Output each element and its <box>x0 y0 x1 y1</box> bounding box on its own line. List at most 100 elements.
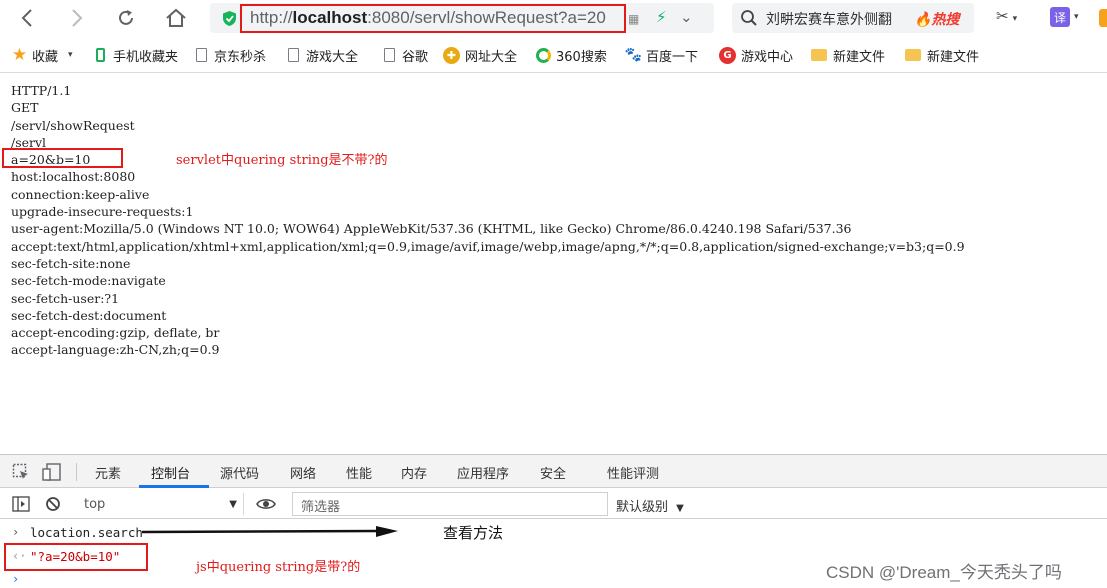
lightning-icon[interactable]: ⚡ <box>656 8 667 26</box>
method-line: GET <box>11 100 39 116</box>
tab-network[interactable]: 网络 <box>290 463 316 482</box>
reload-button[interactable] <box>110 4 142 32</box>
tab-application[interactable]: 应用程序 <box>457 463 509 482</box>
arrow-annotation <box>141 526 398 537</box>
log-level-select[interactable]: 默认级别 ▼ <box>616 496 684 515</box>
folder-icon <box>905 49 921 61</box>
dropdown-arrow-icon: ▾ <box>1012 14 1018 24</box>
home-button[interactable] <box>160 4 192 32</box>
search-360-icon <box>536 47 551 63</box>
back-button[interactable] <box>12 4 42 32</box>
page-content: HTTP/1.1 GET /servl/showRequest /servl a… <box>11 82 1101 359</box>
screenshot-button[interactable]: ✂ ▾ <box>996 7 1017 25</box>
phone-icon <box>93 48 108 63</box>
header-host-line: host:localhost:8080 <box>11 169 136 185</box>
bookmarks-bar: ★ 收藏 ▾ 手机收藏夹 京东秒杀 游戏大全 谷歌 ✚ 网址大全 360搜索 🐾… <box>0 38 1107 73</box>
next-prompt-icon[interactable]: › <box>12 572 19 586</box>
bookmark-game-center[interactable]: G 游戏中心 <box>719 46 793 65</box>
home-icon <box>166 8 186 27</box>
request-uri-line: /servl/showRequest <box>11 117 135 133</box>
header-upgrade-line: upgrade-insecure-requests:1 <box>11 204 194 220</box>
site-nav-icon: ✚ <box>443 46 460 64</box>
back-arrow-icon <box>21 9 32 27</box>
search-suggestion-text[interactable]: 刘畊宏赛车意外侧翻 <box>766 9 892 29</box>
tab-security[interactable]: 安全 <box>540 463 566 482</box>
tab-performance[interactable]: 性能 <box>346 463 372 482</box>
bookmark-new-folder-2[interactable]: 新建文件 <box>905 46 979 65</box>
forward-button[interactable] <box>62 4 92 32</box>
translate-button[interactable]: 译 ▾ <box>1050 7 1079 27</box>
divider <box>76 463 77 481</box>
bookmark-phone-favorites[interactable]: 手机收藏夹 <box>93 46 178 65</box>
result-arrow-icon: ‹· <box>12 549 27 563</box>
active-tab-indicator <box>139 485 209 488</box>
bookmark-google[interactable]: 谷歌 <box>384 46 428 65</box>
header-connection-line: connection:keep-alive <box>11 186 150 202</box>
bookmark-jd-seckill[interactable]: 京东秒杀 <box>196 46 266 65</box>
query-string-line: a=20&b=10 <box>11 152 91 168</box>
devtools-tab-bar: 元素 控制台 源代码 网络 性能 内存 应用程序 安全 性能评测 <box>0 455 1107 488</box>
header-fetch-user-line: sec-fetch-user:?1 <box>11 290 120 306</box>
star-icon: ★ <box>11 45 28 65</box>
bookmark-360-search[interactable]: 360搜索 <box>536 46 607 65</box>
search-box[interactable]: 刘畊宏赛车意外侧翻 🔥热搜 <box>732 3 974 33</box>
folder-icon <box>811 49 827 61</box>
extension-icon[interactable] <box>1099 9 1107 27</box>
shield-icon <box>223 11 236 26</box>
tab-console[interactable]: 控制台 <box>151 463 190 482</box>
query-string-highlight-frame <box>2 148 123 168</box>
header-fetch-site-line: sec-fetch-site:none <box>11 255 131 271</box>
hot-search-badge[interactable]: 🔥热搜 <box>914 9 959 29</box>
servlet-annotation: servlet中quering string是不带?的 <box>176 153 388 168</box>
dropdown-arrow-icon: ▼ <box>676 503 684 514</box>
header-encoding-line: accept-encoding:gzip, deflate, br <box>11 325 220 341</box>
translate-icon: 译 <box>1050 7 1070 27</box>
header-fetch-dest-line: sec-fetch-dest:document <box>11 307 167 323</box>
context-select[interactable]: top ▼ <box>78 493 244 515</box>
address-bar[interactable]: http://localhost:8080/servl/showRequest?… <box>210 3 714 33</box>
watermark: CSDN @'Dream_今天秃头了吗 <box>826 563 1062 582</box>
input-prompt-icon: › <box>12 525 20 539</box>
js-annotation: js中quering string是带?的 <box>196 560 361 575</box>
bookmark-games[interactable]: 游戏大全 <box>288 46 358 65</box>
browser-toolbar: http://localhost:8080/servl/showRequest?… <box>0 0 1107 37</box>
header-user-agent-line: user-agent:Mozilla/5.0 (Windows NT 10.0;… <box>11 221 852 237</box>
dropdown-arrow-icon: ▼ <box>229 498 237 510</box>
bookmark-new-folder[interactable]: 新建文件 <box>811 46 885 65</box>
console-result: "?a=20&b=10" <box>30 549 121 564</box>
sidebar-toggle-icon[interactable] <box>12 496 30 512</box>
method-annotation: 查看方法 <box>443 524 504 542</box>
chevron-down-icon[interactable]: ⌄ <box>680 8 693 26</box>
tab-sources[interactable]: 源代码 <box>220 463 259 482</box>
tab-elements[interactable]: 元素 <box>95 463 121 482</box>
tab-memory[interactable]: 内存 <box>401 463 427 482</box>
document-icon <box>196 48 207 62</box>
flame-icon: 🔥 <box>914 12 932 28</box>
bookmark-baidu[interactable]: 🐾 百度一下 <box>624 46 698 65</box>
bookmark-favorites[interactable]: ★ 收藏 ▾ <box>11 45 73 65</box>
eye-icon[interactable] <box>256 497 276 511</box>
dropdown-arrow-icon: ▾ <box>1074 12 1079 22</box>
device-toolbar-icon[interactable] <box>42 463 62 481</box>
protocol-line: HTTP/1.1 <box>11 83 72 98</box>
url-text[interactable]: http://localhost:8080/servl/showRequest?… <box>250 8 620 28</box>
clear-console-icon[interactable] <box>45 496 61 512</box>
bookmark-site-nav[interactable]: ✚ 网址大全 <box>443 46 517 65</box>
console-command: location.search <box>30 525 143 540</box>
scissors-icon: ✂ <box>996 7 1009 25</box>
header-accept-line: accept:text/html,application/xhtml+xml,a… <box>11 238 965 254</box>
forward-arrow-icon <box>72 9 83 27</box>
document-icon <box>384 48 395 62</box>
filter-input[interactable]: 筛选器 <box>292 492 608 516</box>
inspect-element-icon[interactable] <box>12 463 30 481</box>
qr-code-icon[interactable]: ▦ <box>628 12 639 26</box>
baidu-paw-icon: 🐾 <box>624 47 643 63</box>
header-fetch-mode-line: sec-fetch-mode:navigate <box>11 273 166 289</box>
search-icon <box>741 10 757 26</box>
reload-icon <box>119 10 133 25</box>
tab-lighthouse[interactable]: 性能评测 <box>607 463 659 482</box>
document-icon <box>288 48 299 62</box>
console-filter-bar: top ▼ 筛选器 默认级别 ▼ <box>0 489 1107 519</box>
game-center-icon: G <box>719 46 736 64</box>
context-path-line: /servl <box>11 134 47 150</box>
